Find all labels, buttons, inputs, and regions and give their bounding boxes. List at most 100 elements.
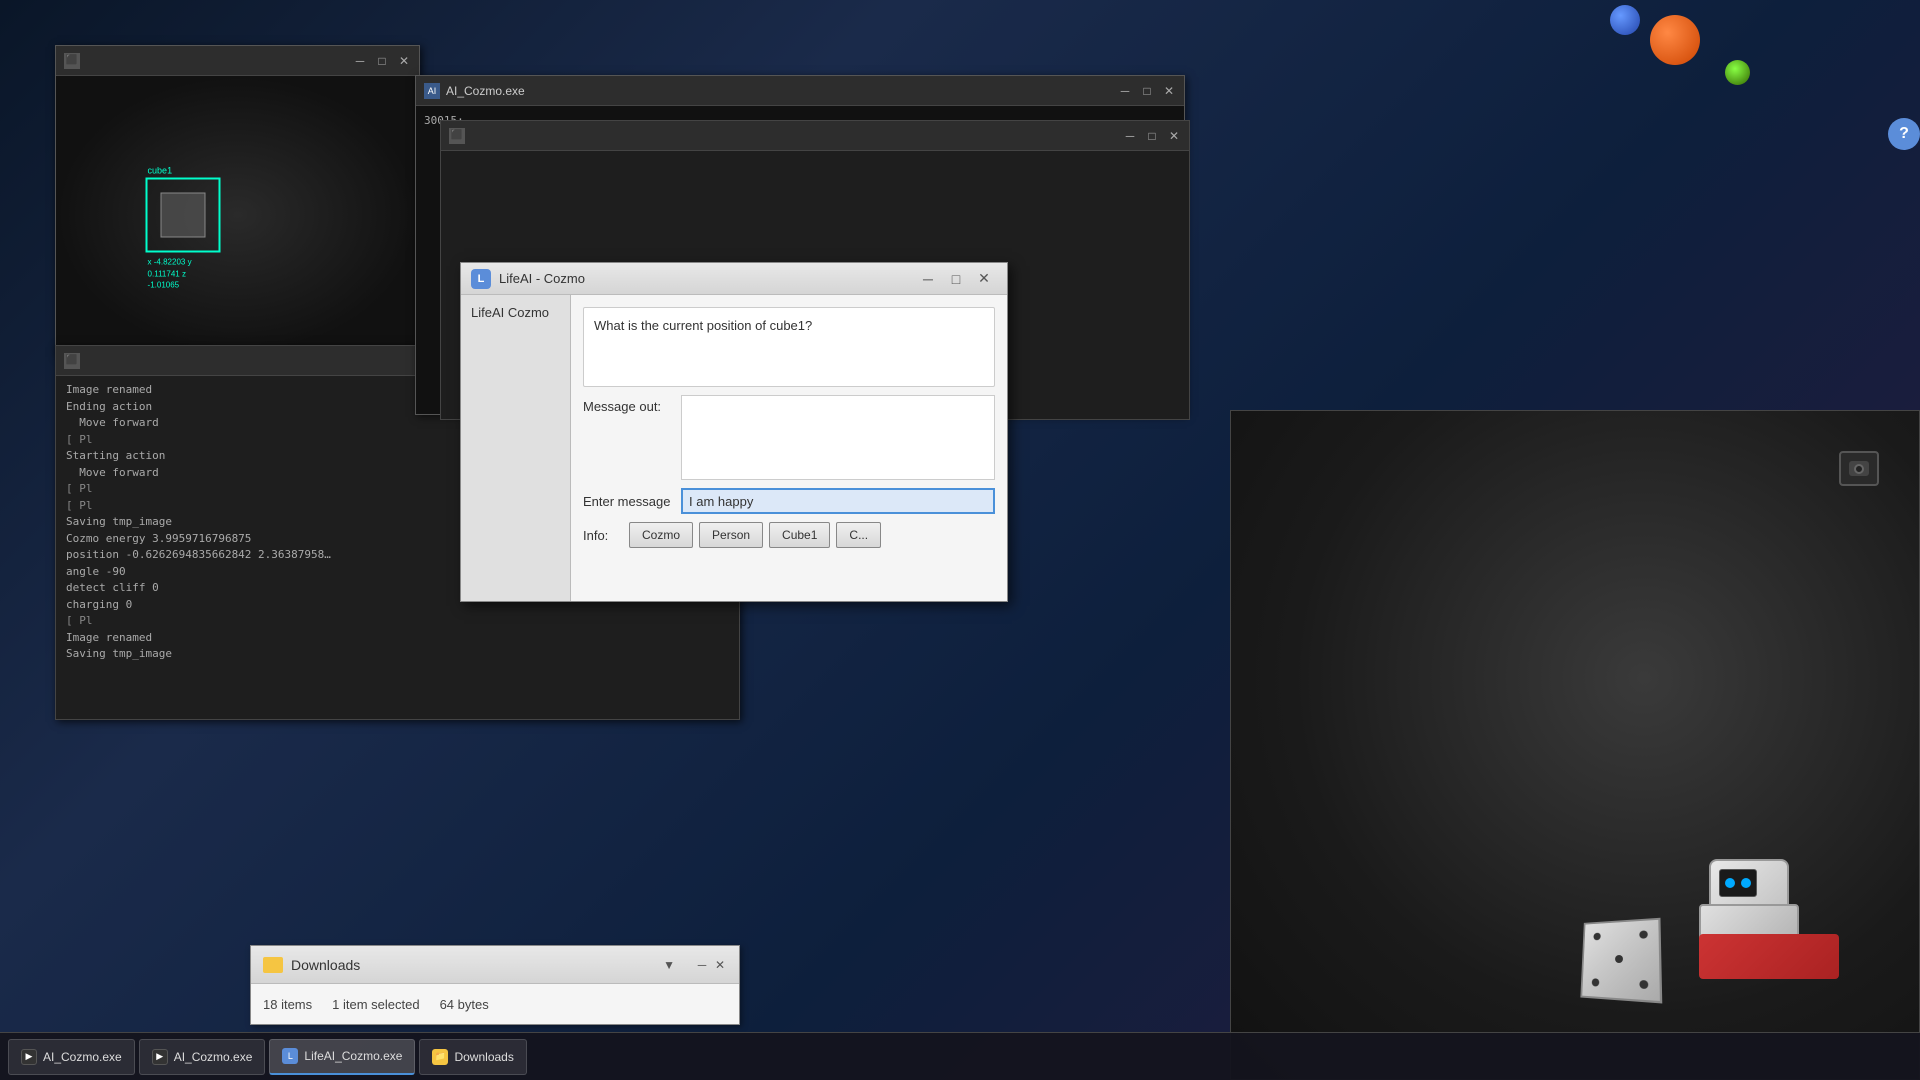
- cube-dot: [1592, 978, 1600, 986]
- enter-message-row: Enter message: [583, 488, 995, 514]
- cube-image: [161, 193, 206, 238]
- camera-minimize-button[interactable]: ─: [353, 54, 367, 68]
- lifeai-icon: L: [471, 269, 491, 289]
- camera-body: [1849, 461, 1869, 476]
- bg2-controls: ─ □ ✕: [1123, 129, 1181, 143]
- camera-window-controls: ─ □ ✕: [353, 54, 411, 68]
- cube-in-scene: [1580, 918, 1662, 1004]
- camera-icon-overlay: [1839, 451, 1879, 486]
- camera-window: ⬛ ─ □ ✕ cube1 x -4.82203 y 0.111741 z -1…: [55, 45, 420, 355]
- file-explorer-controls: ─ ✕: [695, 958, 727, 972]
- lifeai-title: LifeAI - Cozmo: [499, 271, 915, 286]
- info-cube1-button[interactable]: Cube1: [769, 522, 830, 548]
- taskbar-label-3: LifeAI_Cozmo.exe: [304, 1049, 402, 1063]
- lifeai-minimize-button[interactable]: ─: [915, 268, 941, 290]
- robot-eye-right: [1741, 878, 1751, 888]
- info-cozmo-button[interactable]: Cozmo: [629, 522, 693, 548]
- desktop: ⬛ ─ □ ✕ cube1 x -4.82203 y 0.111741 z -1…: [0, 0, 1920, 1080]
- file-explorer-window: Downloads ▼ ─ ✕ 18 items 1 item selected…: [250, 945, 740, 1025]
- taskbar-lifeai-cozmo[interactable]: L LifeAI_Cozmo.exe: [269, 1039, 415, 1075]
- log-line: Image renamed: [66, 630, 729, 647]
- info-person-button[interactable]: Person: [699, 522, 763, 548]
- message-out-area: [681, 395, 995, 480]
- file-size: 64 bytes: [440, 997, 489, 1012]
- cube-coordinates: x -4.82203 y 0.111741 z -1.01065: [148, 257, 219, 291]
- ai-cozmo-icon: AI: [424, 83, 440, 99]
- items-count: 18 items: [263, 997, 312, 1012]
- ai-cozmo-title: AI_Cozmo.exe: [446, 84, 1118, 98]
- taskbar-label-4: Downloads: [454, 1050, 513, 1064]
- bg2-close-button[interactable]: ✕: [1167, 129, 1181, 143]
- downloads-folder-label: Downloads: [291, 957, 663, 973]
- help-button[interactable]: ?: [1888, 118, 1920, 150]
- taskbar-downloads[interactable]: 📁 Downloads: [419, 1039, 526, 1075]
- taskbar-folder-icon: 📁: [432, 1049, 448, 1065]
- lifeai-sidebar: LifeAI Cozmo: [461, 295, 571, 601]
- console-icon: ⬛: [64, 353, 80, 369]
- file-status-bar: 18 items 1 item selected 64 bytes: [251, 984, 739, 1024]
- ai-cozmo-close-button[interactable]: ✕: [1162, 84, 1176, 98]
- planet-orange-decoration: [1650, 15, 1700, 65]
- planet-blue-decoration: [1610, 5, 1640, 35]
- info-more-button[interactable]: C...: [836, 522, 881, 548]
- robot-eye-left: [1725, 878, 1735, 888]
- info-row: Info: Cozmo Person Cube1 C...: [583, 522, 995, 548]
- lifeai-body: LifeAI Cozmo What is the current positio…: [461, 295, 1007, 601]
- bg2-minimize-button[interactable]: ─: [1123, 129, 1137, 143]
- taskbar-label-2: AI_Cozmo.exe: [174, 1050, 253, 1064]
- bg2-titlebar: ⬛ ─ □ ✕: [441, 121, 1189, 151]
- taskbar-ai-cozmo-1[interactable]: ▶ AI_Cozmo.exe: [8, 1039, 135, 1075]
- cube-detection-overlay: cube1 x -4.82203 y 0.111741 z -1.01065: [146, 178, 221, 253]
- camera-window-titlebar: ⬛ ─ □ ✕: [56, 46, 419, 76]
- downloads-folder-icon: [263, 957, 283, 973]
- taskbar: ▶ AI_Cozmo.exe ▶ AI_Cozmo.exe L LifeAI_C…: [0, 1032, 1920, 1080]
- ai-cozmo-controls: ─ □ ✕: [1118, 84, 1176, 98]
- file-explorer-close[interactable]: ✕: [713, 958, 727, 972]
- robot-tracks: [1699, 934, 1839, 979]
- taskbar-label-1: AI_Cozmo.exe: [43, 1050, 122, 1064]
- camera-feed-content: cube1 x -4.82203 y 0.111741 z -1.01065: [56, 76, 419, 354]
- enter-message-label: Enter message: [583, 494, 673, 509]
- robot-camera-feed: [1230, 410, 1920, 1080]
- lifeai-restore-button[interactable]: □: [943, 268, 969, 290]
- camera-maximize-button[interactable]: □: [375, 54, 389, 68]
- log-line: Saving tmp_image: [66, 646, 729, 663]
- message-display-text: What is the current position of cube1?: [594, 318, 812, 333]
- robot-feed-content: [1231, 411, 1919, 1079]
- log-line: [ Pl: [66, 613, 729, 630]
- bg2-maximize-button[interactable]: □: [1145, 129, 1159, 143]
- camera-lens: [1854, 464, 1864, 474]
- taskbar-lifeai-icon: L: [282, 1048, 298, 1064]
- cube-dot: [1639, 930, 1647, 938]
- robot-screen: [1719, 869, 1757, 897]
- message-out-label: Message out:: [583, 395, 673, 414]
- taskbar-ai-cozmo-2[interactable]: ▶ AI_Cozmo.exe: [139, 1039, 266, 1075]
- camera-feed: cube1 x -4.82203 y 0.111741 z -1.01065: [56, 76, 419, 354]
- bg2-icon: ⬛: [449, 128, 465, 144]
- ai-cozmo-maximize-button[interactable]: □: [1140, 84, 1154, 98]
- cube-dot: [1593, 933, 1600, 941]
- lifeai-main-content: What is the current position of cube1? M…: [571, 295, 1007, 601]
- orb-green-decoration: [1725, 60, 1750, 85]
- ai-cozmo-minimize-button[interactable]: ─: [1118, 84, 1132, 98]
- message-display: What is the current position of cube1?: [583, 307, 995, 387]
- camera-window-icon: ⬛: [64, 53, 80, 69]
- lifeai-close-button[interactable]: ✕: [971, 268, 997, 290]
- robot-eyes: [1725, 878, 1751, 888]
- file-explorer-minimize[interactable]: ─: [695, 958, 709, 972]
- cube-detection-label: cube1: [148, 166, 173, 176]
- taskbar-console-icon-1: ▶: [21, 1049, 37, 1065]
- enter-message-input[interactable]: [681, 488, 995, 514]
- dropdown-arrow-icon[interactable]: ▼: [663, 958, 675, 972]
- lifeai-controls: ─ □ ✕: [915, 268, 997, 290]
- message-out-row: Message out:: [583, 395, 995, 480]
- cozmo-robot: [1699, 859, 1839, 979]
- cube-dot: [1639, 980, 1648, 989]
- taskbar-console-icon-2: ▶: [152, 1049, 168, 1065]
- file-explorer-bar: Downloads ▼ ─ ✕: [251, 946, 739, 984]
- lifeai-sidebar-label: LifeAI Cozmo: [471, 305, 549, 320]
- camera-close-button[interactable]: ✕: [397, 54, 411, 68]
- lifeai-window: L LifeAI - Cozmo ─ □ ✕ LifeAI Cozmo What…: [460, 262, 1008, 602]
- ai-cozmo-titlebar: AI AI_Cozmo.exe ─ □ ✕: [416, 76, 1184, 106]
- lifeai-titlebar: L LifeAI - Cozmo ─ □ ✕: [461, 263, 1007, 295]
